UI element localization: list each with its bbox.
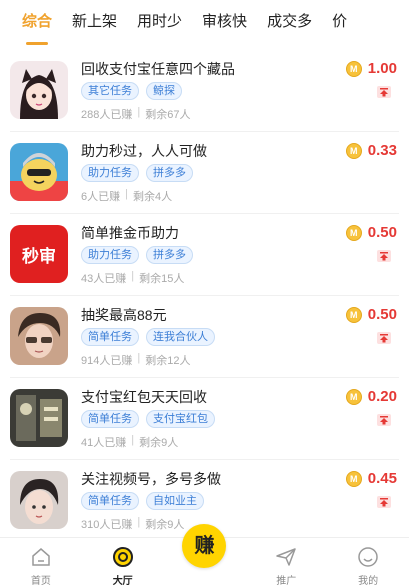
task-tag: 拼多多 (146, 246, 193, 264)
task-tag: 拼多多 (146, 164, 193, 182)
task-tag: 简单任务 (81, 328, 139, 346)
nav-mine[interactable]: 我的 (327, 538, 409, 587)
home-icon (32, 548, 50, 566)
pin-top-icon (377, 496, 391, 508)
earned-count: 310人已赚 (81, 519, 133, 531)
tab-fast-review[interactable]: 审核快 (202, 12, 247, 36)
task-avatar (10, 307, 68, 365)
reward-amount: 0.50 (367, 306, 397, 323)
task-tag: 其它任务 (81, 82, 139, 100)
task-tag: 支付宝红包 (146, 410, 215, 428)
pin-top-icon (377, 250, 391, 262)
nav-earn[interactable]: 赚 (164, 524, 246, 587)
task-item[interactable]: 秒审 简单推金币助力 助力任务 拼多多 43人已赚 | 剩余15人 M 0.50 (10, 214, 399, 296)
avatar-text: 秒审 (22, 246, 56, 267)
task-item[interactable]: 回收支付宝任意四个藏品 其它任务 鲸探 288人已赚 | 剩余67人 M 1.0… (10, 50, 399, 132)
nav-promote[interactable]: 推广 (245, 538, 327, 587)
coin-icon: M (345, 470, 362, 487)
reward-amount: 0.50 (367, 224, 397, 241)
task-title: 简单推金币助力 (81, 225, 179, 241)
task-tag: 简单任务 (81, 492, 139, 510)
remaining-count: 剩余9人 (139, 437, 179, 449)
hall-icon (112, 547, 133, 567)
stats-divider: | (125, 188, 128, 200)
stats-divider: | (137, 352, 141, 364)
coin-icon: M (345, 60, 362, 77)
task-tag: 简单任务 (81, 410, 139, 428)
earned-count: 41人已赚 (81, 437, 127, 449)
task-avatar (10, 471, 68, 529)
nav-mine-label: 我的 (358, 576, 379, 587)
reward-amount: 1.00 (367, 60, 397, 77)
reward-amount: 0.45 (367, 470, 397, 487)
pin-top-icon (377, 332, 391, 344)
tab-price[interactable]: 价 (332, 12, 347, 36)
stats-divider: | (131, 434, 135, 446)
earned-count: 288人已赚 (81, 109, 133, 121)
earned-count: 914人已赚 (81, 355, 133, 367)
task-item[interactable]: 助力秒过，人人可做 助力任务 拼多多 6人已赚 | 剩余4人 M 0.33 (10, 132, 399, 214)
stats-divider: | (137, 106, 141, 118)
task-avatar (10, 61, 68, 119)
remaining-count: 剩余4人 (132, 191, 173, 203)
remaining-count: 剩余15人 (139, 273, 185, 285)
pin-top-icon (377, 86, 391, 98)
coin-icon: M (345, 388, 362, 405)
coin-icon: M (345, 142, 362, 159)
remaining-count: 剩余12人 (145, 355, 191, 367)
task-title: 助力秒过，人人可做 (81, 143, 207, 159)
task-tag: 自如业主 (146, 492, 204, 510)
task-tag: 助力任务 (81, 246, 139, 264)
reward-amount: 0.33 (367, 142, 397, 159)
tab-new[interactable]: 新上架 (72, 12, 117, 36)
stats-divider: | (137, 516, 141, 528)
tab-comprehensive[interactable]: 综合 (22, 12, 52, 45)
task-item[interactable]: 支付宝红包天天回收 简单任务 支付宝红包 41人已赚 | 剩余9人 M 0.20 (10, 378, 399, 460)
remaining-count: 剩余9人 (145, 519, 185, 531)
nav-home-label: 首页 (30, 576, 51, 587)
category-tabs: 综合 新上架 用时少 审核快 成交多 价 (0, 0, 409, 48)
pin-top-icon (377, 414, 391, 426)
task-avatar: 秒审 (10, 225, 68, 283)
tab-most-deals[interactable]: 成交多 (267, 12, 312, 36)
task-title: 抽奖最高88元 (81, 307, 167, 323)
profile-icon (358, 547, 378, 567)
tab-less-time[interactable]: 用时少 (137, 12, 182, 36)
task-tag: 连我合伙人 (146, 328, 215, 346)
task-list: 回收支付宝任意四个藏品 其它任务 鲸探 288人已赚 | 剩余67人 M 1.0… (0, 50, 409, 542)
paper-plane-icon (276, 548, 297, 566)
task-item[interactable]: 抽奖最高88元 简单任务 连我合伙人 914人已赚 | 剩余12人 M 0.50 (10, 296, 399, 378)
coin-icon: M (345, 224, 362, 241)
task-avatar (10, 389, 68, 447)
earn-button[interactable]: 赚 (182, 524, 227, 568)
reward-amount: 0.20 (367, 388, 397, 405)
nav-hall-label: 大厅 (112, 576, 133, 587)
nav-home[interactable]: 首页 (0, 538, 82, 587)
stats-divider: | (131, 270, 135, 282)
coin-icon: M (345, 306, 362, 323)
task-avatar (10, 143, 68, 201)
task-title: 回收支付宝任意四个藏品 (81, 61, 235, 77)
earned-count: 43人已赚 (81, 273, 127, 285)
task-title: 关注视频号，多号多做 (81, 471, 221, 487)
remaining-count: 剩余67人 (145, 109, 191, 121)
task-title: 支付宝红包天天回收 (81, 389, 207, 405)
nav-hall[interactable]: 大厅 (82, 538, 164, 587)
bottom-tab-bar: 首页 大厅 赚 推广 我的 (0, 524, 409, 587)
nav-promote-label: 推广 (276, 576, 297, 587)
task-tag: 鲸探 (146, 82, 182, 100)
earned-count: 6人已赚 (81, 191, 121, 203)
task-tag: 助力任务 (81, 164, 139, 182)
